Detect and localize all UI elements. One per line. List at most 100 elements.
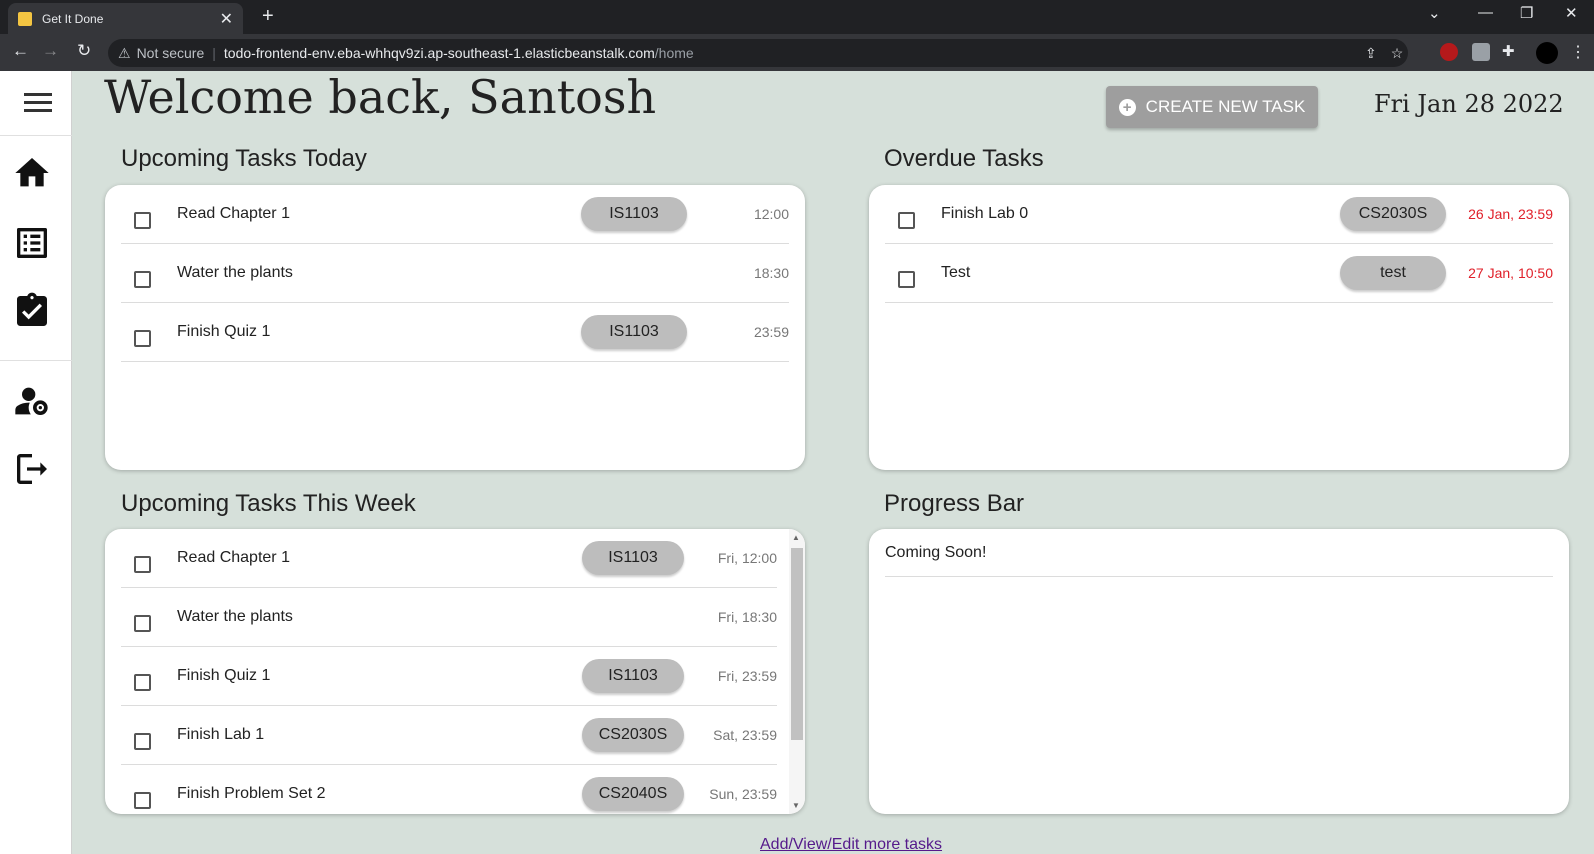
user-settings-icon[interactable] (12, 381, 52, 421)
sidebar-divider (0, 360, 72, 361)
task-checkbox[interactable] (134, 674, 151, 691)
task-time: 18:30 (753, 265, 789, 281)
task-name: Finish Problem Set 2 (177, 785, 326, 802)
browser-toolbar: ← → ↻ ⚠ Not secure | todo-frontend-env.e… (0, 34, 1594, 71)
minimize-icon[interactable]: — (1478, 4, 1493, 21)
task-checkbox[interactable] (134, 615, 151, 632)
restore-icon[interactable]: ❐ (1520, 4, 1533, 22)
clipboard-check-icon[interactable] (12, 291, 52, 331)
sidebar (0, 71, 72, 854)
week-section-title: Upcoming Tasks This Week (121, 490, 416, 517)
new-tab-icon[interactable]: + (262, 5, 274, 28)
task-row[interactable]: Finish Lab 1 CS2030S Sat, 23:59 (121, 706, 777, 765)
task-name: Water the plants (177, 264, 293, 281)
task-row[interactable]: Read Chapter 1 IS1103 12:00 (121, 185, 789, 244)
task-row[interactable]: Finish Lab 0 CS2030S 26 Jan, 23:59 (885, 185, 1553, 244)
task-tag: CS2040S (582, 777, 684, 811)
task-tag: CS2030S (1340, 197, 1446, 231)
task-checkbox[interactable] (134, 733, 151, 750)
browser-tab[interactable]: Get It Done ✕ (8, 3, 243, 34)
address-bar[interactable]: ⚠ Not secure | todo-frontend-env.eba-whh… (108, 39, 1408, 67)
task-time: Fri, 12:00 (717, 550, 777, 566)
task-name: Read Chapter 1 (177, 549, 290, 566)
overdue-section-title: Overdue Tasks (884, 145, 1044, 172)
add-circle-icon: + (1118, 98, 1136, 116)
today-section-title: Upcoming Tasks Today (121, 145, 367, 172)
today-card: Read Chapter 1 IS1103 12:00 Water the pl… (105, 185, 805, 470)
task-checkbox[interactable] (898, 271, 915, 288)
task-name: Finish Quiz 1 (177, 323, 271, 340)
task-tag: IS1103 (582, 541, 684, 575)
task-checkbox[interactable] (134, 271, 151, 288)
task-name: Finish Lab 1 (177, 726, 265, 743)
extensions-puzzle-icon[interactable]: ✚ (1502, 42, 1520, 60)
create-button-label: CREATE NEW TASK (1145, 97, 1306, 116)
task-row[interactable]: Water the plants Fri, 18:30 (121, 588, 777, 647)
url-path: /home (654, 45, 694, 61)
task-tag: IS1103 (581, 315, 687, 349)
ublock-extension-icon[interactable] (1440, 43, 1458, 61)
task-checkbox[interactable] (898, 212, 915, 229)
task-time: 23:59 (753, 324, 789, 340)
home-icon[interactable] (12, 153, 52, 193)
task-time: Fri, 23:59 (717, 668, 777, 684)
browser-menu-icon[interactable]: ⋮ (1570, 42, 1586, 62)
task-name: Read Chapter 1 (177, 205, 290, 222)
task-name: Water the plants (177, 608, 293, 625)
favicon-icon (18, 11, 32, 26)
task-time: Sun, 23:59 (709, 786, 777, 802)
current-date: Fri Jan 28 2022 (1374, 90, 1564, 118)
tab-title: Get It Done (42, 11, 104, 26)
task-row[interactable]: Finish Problem Set 2 CS2040S Sun, 23:59 (121, 765, 777, 814)
scrollbar-thumb[interactable] (791, 548, 803, 740)
task-row[interactable]: Water the plants 18:30 (121, 244, 789, 303)
task-checkbox[interactable] (134, 330, 151, 347)
week-card: Read Chapter 1 IS1103 Fri, 12:00 Water t… (105, 529, 805, 814)
warning-icon: ⚠ (118, 44, 131, 61)
close-tab-icon[interactable]: ✕ (220, 9, 233, 29)
profile-avatar[interactable] (1536, 42, 1558, 64)
task-tag: CS2030S (582, 718, 684, 752)
hamburger-menu-icon[interactable] (24, 93, 52, 113)
url-host: todo-frontend-env.eba-whhqv9zi.ap-southe… (223, 45, 655, 61)
browser-tabstrip: Get It Done ✕ + ⌄ — ❐ ✕ (0, 0, 1594, 34)
task-row[interactable]: Read Chapter 1 IS1103 Fri, 12:00 (121, 529, 777, 588)
task-time: Sat, 23:59 (713, 727, 777, 743)
list-icon[interactable] (12, 223, 52, 263)
task-time-overdue: 27 Jan, 10:50 (1468, 265, 1553, 281)
scroll-down-icon[interactable]: ▼ (792, 801, 800, 810)
security-label: Not secure (136, 45, 205, 61)
close-window-icon[interactable]: ✕ (1565, 4, 1578, 22)
tab-search-icon[interactable]: ⌄ (1428, 4, 1441, 22)
week-scrollbar[interactable]: ▲ ▼ (789, 529, 805, 814)
task-checkbox[interactable] (134, 212, 151, 229)
extension-icon[interactable] (1472, 43, 1490, 61)
task-row[interactable]: Finish Quiz 1 IS1103 Fri, 23:59 (121, 647, 777, 706)
share-icon[interactable]: ⇪ (1365, 45, 1377, 62)
address-separator: | (212, 45, 216, 61)
task-time-overdue: 26 Jan, 23:59 (1468, 206, 1553, 222)
scroll-up-icon[interactable]: ▲ (792, 533, 800, 542)
overdue-card: Finish Lab 0 CS2030S 26 Jan, 23:59 Test … (869, 185, 1569, 470)
bookmark-star-icon[interactable]: ☆ (1391, 45, 1404, 62)
reload-icon[interactable]: ↻ (77, 41, 91, 61)
task-tag: test (1340, 256, 1446, 290)
progress-section-title: Progress Bar (884, 490, 1025, 517)
task-name: Finish Quiz 1 (177, 667, 271, 684)
logout-icon[interactable] (12, 449, 52, 489)
task-name: Test (941, 264, 971, 281)
page-title: Welcome back, Santosh (104, 70, 657, 124)
task-name: Finish Lab 0 (941, 205, 1029, 222)
task-row[interactable]: Test test 27 Jan, 10:50 (885, 244, 1553, 303)
back-icon[interactable]: ← (12, 41, 29, 61)
task-row[interactable]: Finish Quiz 1 IS1103 23:59 (121, 303, 789, 362)
task-time: Fri, 18:30 (717, 609, 777, 625)
create-new-task-button[interactable]: + CREATE NEW TASK (1106, 86, 1318, 128)
forward-icon[interactable]: → (42, 41, 59, 61)
task-checkbox[interactable] (134, 792, 151, 809)
sidebar-divider (0, 135, 72, 136)
task-tag: IS1103 (582, 659, 684, 693)
task-time: 12:00 (753, 206, 789, 222)
more-tasks-link[interactable]: Add/View/Edit more tasks (760, 836, 942, 854)
task-checkbox[interactable] (134, 556, 151, 573)
